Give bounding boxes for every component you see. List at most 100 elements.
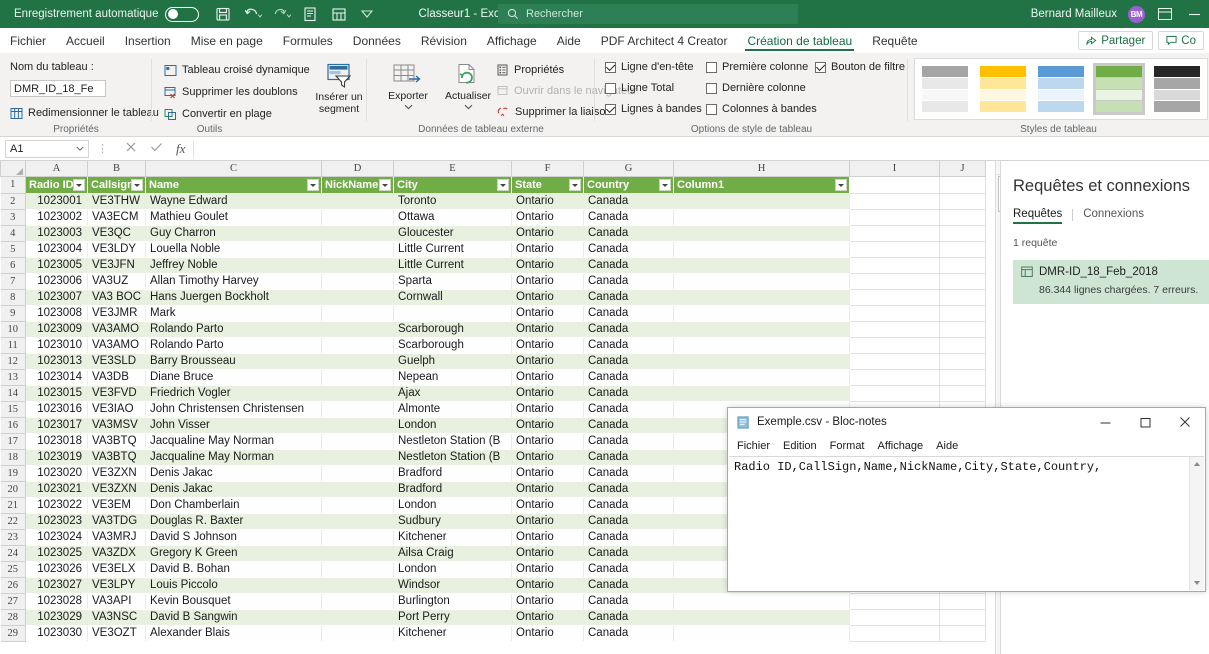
cell[interactable]: Ontario — [511, 497, 584, 514]
cell[interactable] — [321, 417, 394, 434]
cell[interactable]: Canada — [583, 545, 674, 562]
cell[interactable] — [673, 625, 850, 642]
cell[interactable]: 1023023 — [25, 513, 88, 530]
row-header[interactable]: 21 — [0, 496, 26, 514]
undo-icon[interactable] — [244, 6, 263, 22]
empty-cell[interactable] — [939, 593, 986, 610]
cell[interactable]: Ailsa Craig — [393, 545, 512, 562]
tab-revision[interactable]: Révision — [411, 28, 477, 53]
cell[interactable]: Ontario — [511, 513, 584, 530]
cell[interactable]: 1023014 — [25, 369, 88, 386]
cell[interactable]: VA3API — [87, 593, 146, 610]
cell[interactable]: Ontario — [511, 337, 584, 354]
cell[interactable]: 1023021 — [25, 481, 88, 498]
empty-cell[interactable] — [939, 609, 986, 626]
select-all-corner[interactable] — [0, 161, 26, 177]
checkbox-derniere-colonne[interactable]: Dernière colonne — [706, 82, 806, 94]
notepad-maximize-button[interactable] — [1125, 408, 1165, 436]
cell[interactable]: Gregory K Green — [145, 545, 322, 562]
cell[interactable]: John Christensen Christensen — [145, 401, 322, 418]
cell[interactable]: Canada — [583, 449, 674, 466]
cell[interactable]: VE3IAO — [87, 401, 146, 418]
cell[interactable]: Nestleton Station (B — [393, 449, 512, 466]
cell[interactable]: Guelph — [393, 353, 512, 370]
row-header[interactable]: 10 — [0, 320, 26, 338]
confirm-icon[interactable] — [150, 140, 163, 158]
table-row[interactable]: 10 1023009 VA3AMO Rolando Parto Scarborough O… — [0, 320, 986, 338]
cell[interactable]: Canada — [583, 417, 674, 434]
cell[interactable] — [321, 369, 394, 386]
table-name-input[interactable]: DMR_ID_18_Fe — [10, 80, 106, 97]
cell[interactable]: VA3BTQ — [87, 433, 146, 450]
empty-cell[interactable] — [849, 609, 940, 626]
cell[interactable] — [673, 209, 850, 226]
cell[interactable]: 1023029 — [25, 609, 88, 626]
cell[interactable]: Canada — [583, 561, 674, 578]
notepad-minimize-button[interactable] — [1085, 408, 1125, 436]
tab-accueil[interactable]: Accueil — [56, 28, 115, 53]
checkbox-bouton-filtre[interactable]: Bouton de filtre — [815, 61, 905, 73]
cell[interactable]: Barry Brousseau — [145, 353, 322, 370]
insert-slicer-button[interactable]: Insérer un segment — [310, 63, 368, 115]
cell[interactable]: Ontario — [511, 273, 584, 290]
cell[interactable] — [673, 241, 850, 258]
empty-cell[interactable] — [939, 337, 986, 354]
empty-cell[interactable] — [939, 385, 986, 402]
cell[interactable]: Wayne Edward — [145, 193, 322, 210]
filter-button-name[interactable] — [307, 179, 319, 191]
cell[interactable]: 1023019 — [25, 449, 88, 466]
cell[interactable]: Canada — [583, 513, 674, 530]
row-header[interactable]: 26 — [0, 576, 26, 594]
table-header-country[interactable]: Country — [583, 176, 674, 193]
cell[interactable]: Ottawa — [393, 209, 512, 226]
cell[interactable]: Ontario — [511, 465, 584, 482]
cell[interactable] — [321, 497, 394, 514]
cell[interactable] — [321, 545, 394, 562]
cell[interactable]: Mathieu Goulet — [145, 209, 322, 226]
cell[interactable]: 1023025 — [25, 545, 88, 562]
row-header[interactable]: 3 — [0, 208, 26, 226]
row-header[interactable]: 17 — [0, 432, 26, 450]
empty-cell[interactable] — [939, 305, 986, 322]
cell[interactable]: VE3ELX — [87, 561, 146, 578]
row-header[interactable]: 7 — [0, 272, 26, 290]
cell[interactable]: Canada — [583, 609, 674, 626]
cell[interactable]: VA3 BOC — [87, 289, 146, 306]
cell[interactable]: Ontario — [511, 577, 584, 594]
row-header[interactable]: 29 — [0, 624, 26, 642]
cell[interactable]: Canada — [583, 337, 674, 354]
checkbox-ligne-en-tete[interactable]: Ligne d'en-tête — [605, 61, 693, 73]
cell[interactable]: Guy Charron — [145, 225, 322, 242]
cell[interactable]: Ontario — [511, 369, 584, 386]
cell[interactable]: Canada — [583, 577, 674, 594]
empty-cell[interactable] — [939, 241, 986, 258]
cell[interactable]: Ontario — [511, 401, 584, 418]
cell[interactable]: Rolando Parto — [145, 337, 322, 354]
empty-cell[interactable] — [939, 321, 986, 338]
save-icon[interactable] — [215, 6, 231, 22]
cell[interactable]: Canada — [583, 593, 674, 610]
table-row[interactable]: 28 1023029 VA3NSC David B Sangwin Port Perry… — [0, 608, 986, 626]
cell[interactable]: Hans Juergen Bockholt — [145, 289, 322, 306]
empty-cell[interactable] — [849, 305, 940, 322]
cell[interactable]: VE3OZT — [87, 625, 146, 642]
filter-button-radio-id[interactable] — [73, 179, 85, 191]
cell[interactable]: Louella Noble — [145, 241, 322, 258]
cell[interactable]: Canada — [583, 241, 674, 258]
row-header[interactable]: 20 — [0, 480, 26, 498]
tab-requetes[interactable]: Requêtes — [1013, 208, 1063, 224]
notepad-textarea[interactable]: Radio ID,CallSign,Name,NickName,City,Sta… — [729, 457, 1189, 590]
cell[interactable]: 1023027 — [25, 577, 88, 594]
row-header[interactable]: 15 — [0, 400, 26, 418]
cell[interactable]: Canada — [583, 369, 674, 386]
cell[interactable] — [321, 593, 394, 610]
checkbox-colonnes-bandes[interactable]: Colonnes à bandes — [706, 103, 817, 115]
cell[interactable]: VA3ZDX — [87, 545, 146, 562]
column-header-B[interactable]: B — [87, 161, 146, 177]
row-header[interactable]: 1 — [0, 175, 26, 194]
cell[interactable]: Ontario — [511, 545, 584, 562]
table-row[interactable]: 5 1023004 VE3LDY Louella Noble Little Curren… — [0, 240, 986, 258]
cell[interactable]: Canada — [583, 353, 674, 370]
cell[interactable]: Denis Jakac — [145, 481, 322, 498]
cell[interactable] — [321, 449, 394, 466]
